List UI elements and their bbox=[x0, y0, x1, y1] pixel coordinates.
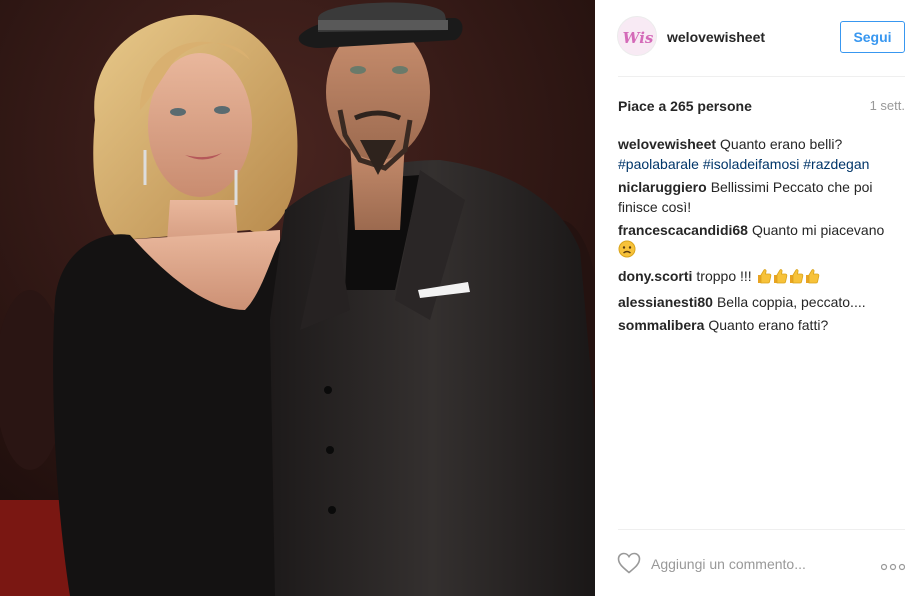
comment-username[interactable]: alessianesti80 bbox=[618, 294, 713, 310]
avatar[interactable]: Wis bbox=[617, 16, 657, 56]
comment-text: Quanto mi piacevano bbox=[751, 222, 885, 238]
avatar-logo: Wis bbox=[618, 17, 656, 55]
hashtag[interactable]: #isoladeifamosi bbox=[703, 156, 800, 172]
sad-face-icon bbox=[618, 240, 636, 263]
caption-text: Quanto erano belli? bbox=[720, 136, 843, 152]
follow-button[interactable]: Segui bbox=[840, 21, 905, 53]
comment-item: niclaruggiero Bellissimi Peccato che poi … bbox=[618, 177, 905, 217]
thumbs-up-icon bbox=[756, 268, 772, 289]
more-options-icon[interactable] bbox=[880, 559, 906, 571]
comments-list: welovewisheet Quanto erano belli? #paolab… bbox=[618, 134, 905, 338]
post-footer bbox=[595, 530, 906, 596]
hashtag[interactable]: #paolabarale bbox=[618, 156, 699, 172]
post-header: Wis welovewisheet Segui bbox=[595, 0, 906, 76]
thumbs-up-icon bbox=[772, 268, 788, 289]
thumbs-up-icon bbox=[804, 268, 820, 289]
likes-count[interactable]: Piace a 265 persone bbox=[618, 98, 752, 114]
thumbs-up-icon bbox=[788, 268, 804, 289]
comment-text: Quanto erano fatti? bbox=[708, 317, 829, 333]
comment-item: sommalibera Quanto erano fatti? bbox=[618, 315, 905, 335]
caption-username[interactable]: welovewisheet bbox=[618, 136, 716, 152]
comment-item: dony.scorti troppo !!! bbox=[618, 266, 905, 289]
comment-item: francescacandidi68 Quanto mi piacevano bbox=[618, 220, 905, 263]
svg-text:Wis: Wis bbox=[623, 29, 654, 47]
hashtag[interactable]: #razdegan bbox=[803, 156, 869, 172]
post-photo-illustration bbox=[0, 0, 595, 596]
comment-input[interactable] bbox=[651, 551, 851, 577]
heart-icon[interactable] bbox=[617, 552, 641, 574]
comment-username[interactable]: francescacandidi68 bbox=[618, 222, 748, 238]
comment-username[interactable]: sommalibera bbox=[618, 317, 704, 333]
post-side-panel: Wis welovewisheet Segui Piace a 265 pers… bbox=[595, 0, 906, 596]
post-photo[interactable] bbox=[0, 0, 595, 596]
comment-item: alessianesti80 Bella coppia, peccato.... bbox=[618, 292, 905, 312]
header-divider bbox=[618, 76, 905, 77]
comment-text: Bella coppia, peccato.... bbox=[716, 294, 866, 310]
likes-row: Piace a 265 persone 1 sett. bbox=[618, 96, 905, 116]
comment-username[interactable]: niclaruggiero bbox=[618, 179, 707, 195]
post-timestamp[interactable]: 1 sett. bbox=[870, 98, 905, 113]
header-username[interactable]: welovewisheet bbox=[667, 29, 765, 45]
comment-username[interactable]: dony.scorti bbox=[618, 268, 692, 284]
comment-text: troppo !!! bbox=[696, 268, 752, 284]
caption: welovewisheet Quanto erano belli? #paolab… bbox=[618, 134, 905, 174]
